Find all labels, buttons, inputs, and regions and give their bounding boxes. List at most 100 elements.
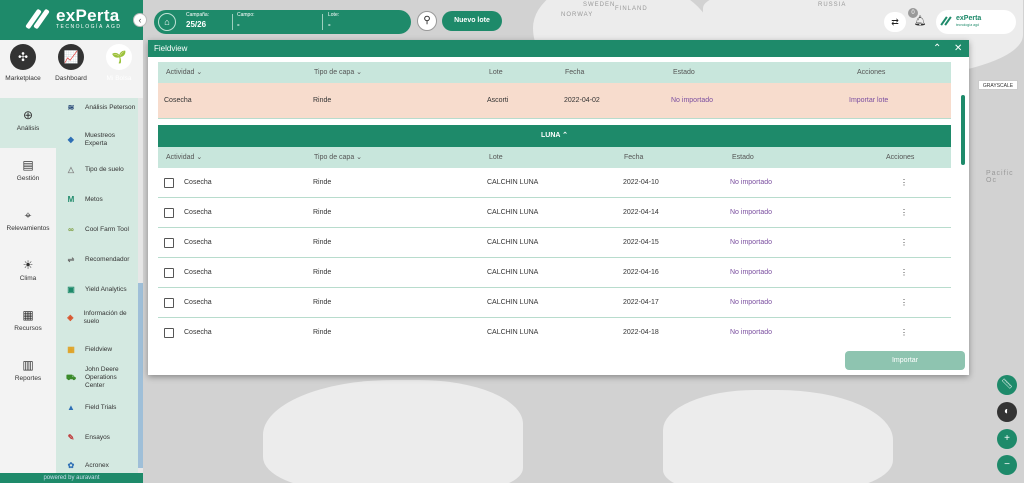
subnav-item-field-trials[interactable]: ▲ Field Trials <box>56 402 138 414</box>
row-actions-menu[interactable]: ⋮ <box>900 318 908 347</box>
table-row[interactable]: Cosecha Rinde CALCHIN LUNA 2022-04-14 No… <box>158 198 951 228</box>
nav-item-analisis[interactable]: ⊕ Análisis <box>0 98 56 148</box>
import-lot-link[interactable]: Importar lote <box>849 83 888 119</box>
cell-lote: CALCHIN LUNA <box>487 209 539 216</box>
nav-item-clima[interactable]: ☀ Clima <box>0 248 56 298</box>
chevron-left-icon: ‹ <box>138 15 142 25</box>
app-mi-bolsa[interactable]: 🌱 Mi Bolsa <box>96 44 142 82</box>
row-actions-menu[interactable]: ⋮ <box>900 168 908 198</box>
column-header-acciones: Acciones <box>857 69 886 76</box>
subnav-item-muestreos[interactable]: ◆ Muestreos Experta <box>56 132 138 148</box>
layers-toggle-button[interactable]: ◐ <box>997 402 1017 422</box>
scrollbar-thumb[interactable] <box>138 283 143 468</box>
cell-fecha: 2022-04-18 <box>623 329 659 336</box>
brand-logo[interactable]: exPerta TECNOLOGÍA AGD <box>25 7 121 30</box>
nav-item-relevamientos[interactable]: ⌖ Relevamientos <box>0 198 56 248</box>
column-header-estado: Estado <box>673 69 695 76</box>
more-vertical-icon: ⋮ <box>900 268 908 277</box>
subnav-item-ensayos[interactable]: ✎ Ensayos <box>56 432 138 444</box>
row-actions-menu[interactable]: ⋮ <box>900 228 908 258</box>
subnav-item-fieldview[interactable]: ▦ Fieldview <box>56 344 138 356</box>
subnav-item-coolfarm[interactable]: ∞ Cool Farm Tool <box>56 224 138 236</box>
row-checkbox[interactable] <box>164 178 174 188</box>
nav-label: Análisis <box>16 125 40 132</box>
field-selector[interactable]: Campo: - <box>237 12 317 29</box>
search-button[interactable]: ⚲ <box>417 11 437 31</box>
lot-selector[interactable]: Lote: - <box>328 12 398 29</box>
import-button[interactable]: Importar <box>845 351 965 370</box>
nav-label: Recursos <box>14 325 42 332</box>
coolfarm-icon: ∞ <box>68 225 74 234</box>
row-checkbox[interactable] <box>164 268 174 278</box>
nav-item-gestion[interactable]: ▤ Gestión <box>0 148 56 198</box>
campaign-value: 25/26 <box>186 20 207 29</box>
row-actions-menu[interactable]: ⋮ <box>900 288 908 318</box>
field-label: Campo: <box>237 12 255 18</box>
minimize-button[interactable]: ⌃ <box>933 40 941 57</box>
zoom-in-button[interactable]: + <box>997 429 1017 449</box>
column-header-actividad[interactable]: Actividad ⌄ <box>166 147 202 168</box>
table-row[interactable]: Cosecha Rinde CALCHIN LUNA 2022-04-16 No… <box>158 258 951 288</box>
row-actions-menu[interactable]: ⋮ <box>900 198 908 228</box>
table-row[interactable]: Cosecha Rinde Ascorti 2022-04-02 No impo… <box>158 83 951 119</box>
campaign-selector[interactable]: Campaña: 25/26 <box>186 12 209 29</box>
cell-fecha: 2022-04-02 <box>564 97 600 104</box>
survey-icon: ⌖ <box>24 208 32 222</box>
more-vertical-icon: ⋮ <box>900 328 908 337</box>
nav-item-reportes[interactable]: ▥ Reportes <box>0 348 56 398</box>
swap-icon: ⇄ <box>891 17 899 27</box>
home-button[interactable]: ⌂ <box>158 13 176 31</box>
plus-icon: + <box>1004 433 1010 444</box>
column-header-fecha: Fecha <box>565 69 585 76</box>
subnav-item-yield[interactable]: ▣ Yield Analytics <box>56 284 138 296</box>
measure-tool-button[interactable]: 📏︎ <box>997 375 1017 395</box>
app-dashboard[interactable]: 📈 Dashboard <box>48 44 94 82</box>
subnav-item-info-suelo[interactable]: ◈ Información de suelo <box>56 310 138 326</box>
acronex-icon: ✿ <box>67 461 75 470</box>
row-checkbox[interactable] <box>164 208 174 218</box>
subnav-item-metos[interactable]: M Metos <box>56 194 138 206</box>
row-checkbox[interactable] <box>164 298 174 308</box>
modal-body: Actividad ⌄ Tipo de capa ⌄ Lote Fecha Es… <box>148 57 969 347</box>
row-checkbox[interactable] <box>164 328 174 338</box>
zoom-out-button[interactable]: − <box>997 455 1017 475</box>
subnav-item-acronex[interactable]: ✿ Acronex <box>56 460 138 472</box>
column-header-tipo[interactable]: Tipo de capa ⌄ <box>314 62 362 83</box>
table-row[interactable]: Cosecha Rinde CALCHIN LUNA 2022-04-15 No… <box>158 228 951 258</box>
table-row[interactable]: Cosecha Rinde CALCHIN LUNA 2022-04-10 No… <box>158 168 951 198</box>
subnav-item-tipo-suelo[interactable]: △ Tipo de suelo <box>56 164 138 176</box>
new-lot-button[interactable]: Nuevo lote <box>442 11 502 31</box>
table-row[interactable]: Cosecha Rinde CALCHIN LUNA 2022-04-18 No… <box>158 318 951 347</box>
powered-by: powered by auravant <box>0 473 143 483</box>
field-trials-icon: ▲ <box>67 403 75 412</box>
modal-scrollbar-thumb[interactable] <box>961 95 965 165</box>
grayscale-toggle[interactable]: GRAYSCALE <box>978 80 1018 90</box>
account-menu[interactable]: exPerta tecnología agd D <box>936 10 1016 34</box>
subnav-item-john-deere[interactable]: ⛟ John Deere Operations Center <box>56 366 138 390</box>
close-button[interactable]: ✕ <box>954 40 962 57</box>
column-header-actividad[interactable]: Actividad ⌄ <box>166 62 202 83</box>
column-header-tipo[interactable]: Tipo de capa ⌄ <box>314 147 362 168</box>
account-brand-sub: tecnología agd <box>956 23 979 27</box>
subnav-item-peterson[interactable]: ≋ Análisis Peterson <box>56 102 138 114</box>
subnav-scrollbar[interactable] <box>138 98 143 473</box>
table-header: Actividad ⌄ Tipo de capa ⌄ Lote Fecha Es… <box>158 62 951 83</box>
chevron-down-icon: ⌄ <box>356 69 363 76</box>
cell-actividad: Cosecha <box>184 269 212 276</box>
group-header-luna[interactable]: LUNA ⌃ <box>158 125 951 147</box>
nav-label: Clima <box>19 275 37 282</box>
more-vertical-icon: ⋮ <box>900 208 908 217</box>
subnav-label: Muestreos Experta <box>84 132 116 147</box>
table-row[interactable]: Cosecha Rinde CALCHIN LUNA 2022-04-17 No… <box>158 288 951 318</box>
swap-button[interactable]: ⇄ <box>884 12 906 32</box>
peterson-icon: ≋ <box>67 103 75 112</box>
subnav-item-recomendador[interactable]: ⇌ Recomendador <box>56 254 138 266</box>
row-actions-menu[interactable]: ⋮ <box>900 258 908 288</box>
collapse-sidebar-button[interactable]: ‹ <box>133 13 147 27</box>
notification-count: 0 <box>908 8 918 18</box>
fieldview-modal: Fieldview ⌃ ✕ Actividad ⌄ Tipo de capa ⌄… <box>148 40 969 375</box>
nav-item-recursos[interactable]: ▦ Recursos <box>0 298 56 348</box>
app-marketplace[interactable]: ✣ Marketplace <box>0 44 46 82</box>
row-checkbox[interactable] <box>164 238 174 248</box>
subnav-label: John Deere Operations Center <box>85 366 119 389</box>
